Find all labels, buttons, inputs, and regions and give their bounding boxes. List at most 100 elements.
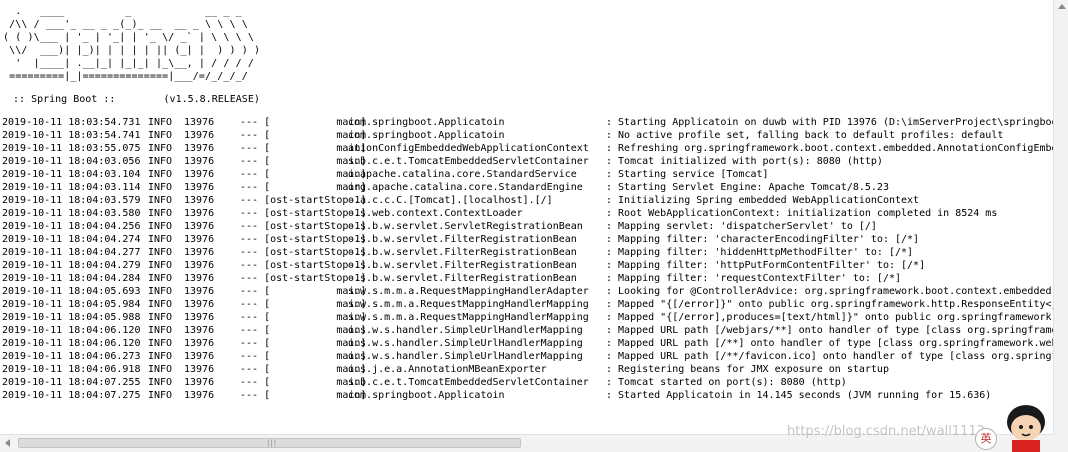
log-timestamp: 2019-10-11 18:04:06.120 [2,325,141,336]
log-timestamp: 2019-10-11 18:04:05.693 [2,286,141,297]
log-level: INFO [148,208,173,219]
log-logger: s.w.s.m.m.a.RequestMappingHandlerAdapter [348,286,589,297]
watermark: https://blog.csdn.net/wall1112 [787,424,985,439]
log-pid: 13976 [184,156,215,167]
log-level: INFO [148,221,173,232]
log-message: : Starting Servlet Engine: Apache Tomcat… [606,182,889,193]
log-timestamp: 2019-10-11 18:04:05.984 [2,299,141,310]
log-level: INFO [148,117,173,128]
log-pid: 13976 [184,338,215,349]
log-thread: --- [ main] [240,286,367,297]
log-message: : Mapped URL path [/webjars/**] onto han… [606,325,1053,336]
spring-boot-version-line: :: Spring Boot :: (v1.5.8.RELEASE) [7,94,260,105]
log-message: : Started Applicatoin in 14.145 seconds … [606,390,992,401]
log-timestamp: 2019-10-11 18:04:03.056 [2,156,141,167]
log-thread: --- [ost-startStop-1] [240,234,367,245]
watermark-text: https://blog.csdn.net/wall [787,424,952,439]
log-timestamp: 2019-10-11 18:03:55.075 [2,143,141,154]
log-line: 2019-10-11 18:04:06.120 INFO 13976 --- [ ma… [2,324,1053,337]
log-timestamp: 2019-10-11 18:04:05.988 [2,312,141,323]
log-thread: --- [ost-startStop-1] [240,221,367,232]
log-logger: o.s.w.s.handler.SimpleUrlHandlerMapping [348,338,583,349]
log-pid: 13976 [184,286,215,297]
log-message: : No active profile set, falling back to… [606,130,1004,141]
log-logger: o.apache.catalina.core.StandardService [348,169,577,180]
log-timestamp: 2019-10-11 18:04:03.580 [2,208,141,219]
log-timestamp: 2019-10-11 18:03:54.731 [2,117,141,128]
log-message: : Looking for @ControllerAdvice: org.spr… [606,286,1053,297]
log-level: INFO [148,286,173,297]
log-thread: --- [ost-startStop-1] [240,247,367,258]
log-logger: o.s.w.s.handler.SimpleUrlHandlerMapping [348,351,583,362]
log-logger: o.s.b.w.servlet.ServletRegistrationBean [348,221,583,232]
log-message: : Mapping filter: 'characterEncodingFilt… [606,234,920,245]
log-timestamp: 2019-10-11 18:04:04.256 [2,221,141,232]
log-thread: --- [ main] [240,169,367,180]
log-level: INFO [148,273,173,284]
log-thread: --- [ main] [240,338,367,349]
log-pid: 13976 [184,195,215,206]
log-timestamp: 2019-10-11 18:04:07.275 [2,390,141,401]
log-line: 2019-10-11 18:04:06.120 INFO 13976 --- [ ma… [2,337,1053,350]
log-logger: com.springboot.Applicatoin [348,117,505,128]
log-line: 2019-10-11 18:04:06.273 INFO 13976 --- [ ma… [2,350,1053,363]
log-logger: o.s.web.context.ContextLoader [348,208,523,219]
log-level: INFO [148,247,173,258]
log-pid: 13976 [184,143,215,154]
log-thread: --- [ main] [240,143,367,154]
log-thread: --- [ main] [240,182,367,193]
log-message: : Mapping filter: 'httpPutFormContentFil… [606,260,926,271]
log-level: INFO [148,377,173,388]
log-logger: o.s.j.e.a.AnnotationMBeanExporter [348,364,547,375]
log-pid: 13976 [184,364,215,375]
log-level: INFO [148,260,173,271]
log-level: INFO [148,351,173,362]
log-line: 2019-10-11 18:04:05.693 INFO 13976 --- [ ma… [2,285,1053,298]
log-level: INFO [148,182,173,193]
log-thread: --- [ main] [240,117,367,128]
scrollbar-corner [1053,434,1068,452]
log-timestamp: 2019-10-11 18:03:54.741 [2,130,141,141]
log-timestamp: 2019-10-11 18:04:06.918 [2,364,141,375]
log-level: INFO [148,364,173,375]
log-pid: 13976 [184,117,215,128]
log-message: : Mapping filter: 'requestContextFilter'… [606,273,902,284]
log-thread: --- [ main] [240,390,367,401]
log-logger: o.s.b.w.servlet.FilterRegistrationBean [348,273,577,284]
log-message: : Refreshing org.springframework.boot.co… [606,143,1053,154]
log-thread: --- [ main] [240,299,367,310]
log-line: 2019-10-11 18:04:03.056 INFO 13976 --- [ ma… [2,155,1053,168]
horizontal-scroll-thumb[interactable]: ||| [18,438,521,448]
log-line: 2019-10-11 18:04:07.275 INFO 13976 --- [ ma… [2,389,1053,402]
log-pid: 13976 [184,169,215,180]
log-thread: --- [ main] [240,377,367,388]
log-pid: 13976 [184,247,215,258]
log-timestamp: 2019-10-11 18:04:04.284 [2,273,141,284]
log-message: : Mapped URL path [/**/favicon.ico] onto… [606,351,1053,362]
log-message: : Root WebApplicationContext: initializa… [606,208,998,219]
log-line: 2019-10-11 18:04:05.984 INFO 13976 --- [ ma… [2,298,1053,311]
console-output: . ____ _ __ _ _ /\\ / ___'_ __ _ _(_)_ _… [0,0,1053,434]
log-lines: 2019-10-11 18:03:54.731 INFO 13976 --- [ ma… [2,116,1053,402]
log-message: : Mapped "{[/error],produces=[text/html]… [606,312,1053,323]
log-thread: --- [ main] [240,156,367,167]
log-logger: o.s.b.w.servlet.FilterRegistrationBean [348,247,577,258]
log-message: : Registering beans for JMX exposure on … [606,364,889,375]
ime-indicator-icon[interactable]: 英 [975,428,997,450]
log-level: INFO [148,325,173,336]
log-thread: --- [ main] [240,130,367,141]
log-timestamp: 2019-10-11 18:04:04.274 [2,234,141,245]
log-line: 2019-10-11 18:04:04.274 INFO 13976 --- [ost… [2,233,1053,246]
scroll-up-arrow-icon[interactable] [1058,4,1066,9]
scroll-left-arrow-icon[interactable] [5,439,10,447]
log-logger: o.s.b.w.servlet.FilterRegistrationBean [348,260,577,271]
log-line: 2019-10-11 18:04:05.988 INFO 13976 --- [ ma… [2,311,1053,324]
vertical-scrollbar[interactable] [1053,0,1068,434]
log-thread: --- [ost-startStop-1] [240,260,367,271]
log-line: 2019-10-11 18:04:04.256 INFO 13976 --- [ost… [2,220,1053,233]
log-logger: o.s.w.s.handler.SimpleUrlHandlerMapping [348,325,583,336]
log-logger: s.w.s.m.m.a.RequestMappingHandlerMapping [348,299,589,310]
log-line: 2019-10-11 18:03:54.741 INFO 13976 --- [ ma… [2,129,1053,142]
log-line: 2019-10-11 18:04:04.284 INFO 13976 --- [ost… [2,272,1053,285]
log-line: 2019-10-11 18:04:06.918 INFO 13976 --- [ ma… [2,363,1053,376]
